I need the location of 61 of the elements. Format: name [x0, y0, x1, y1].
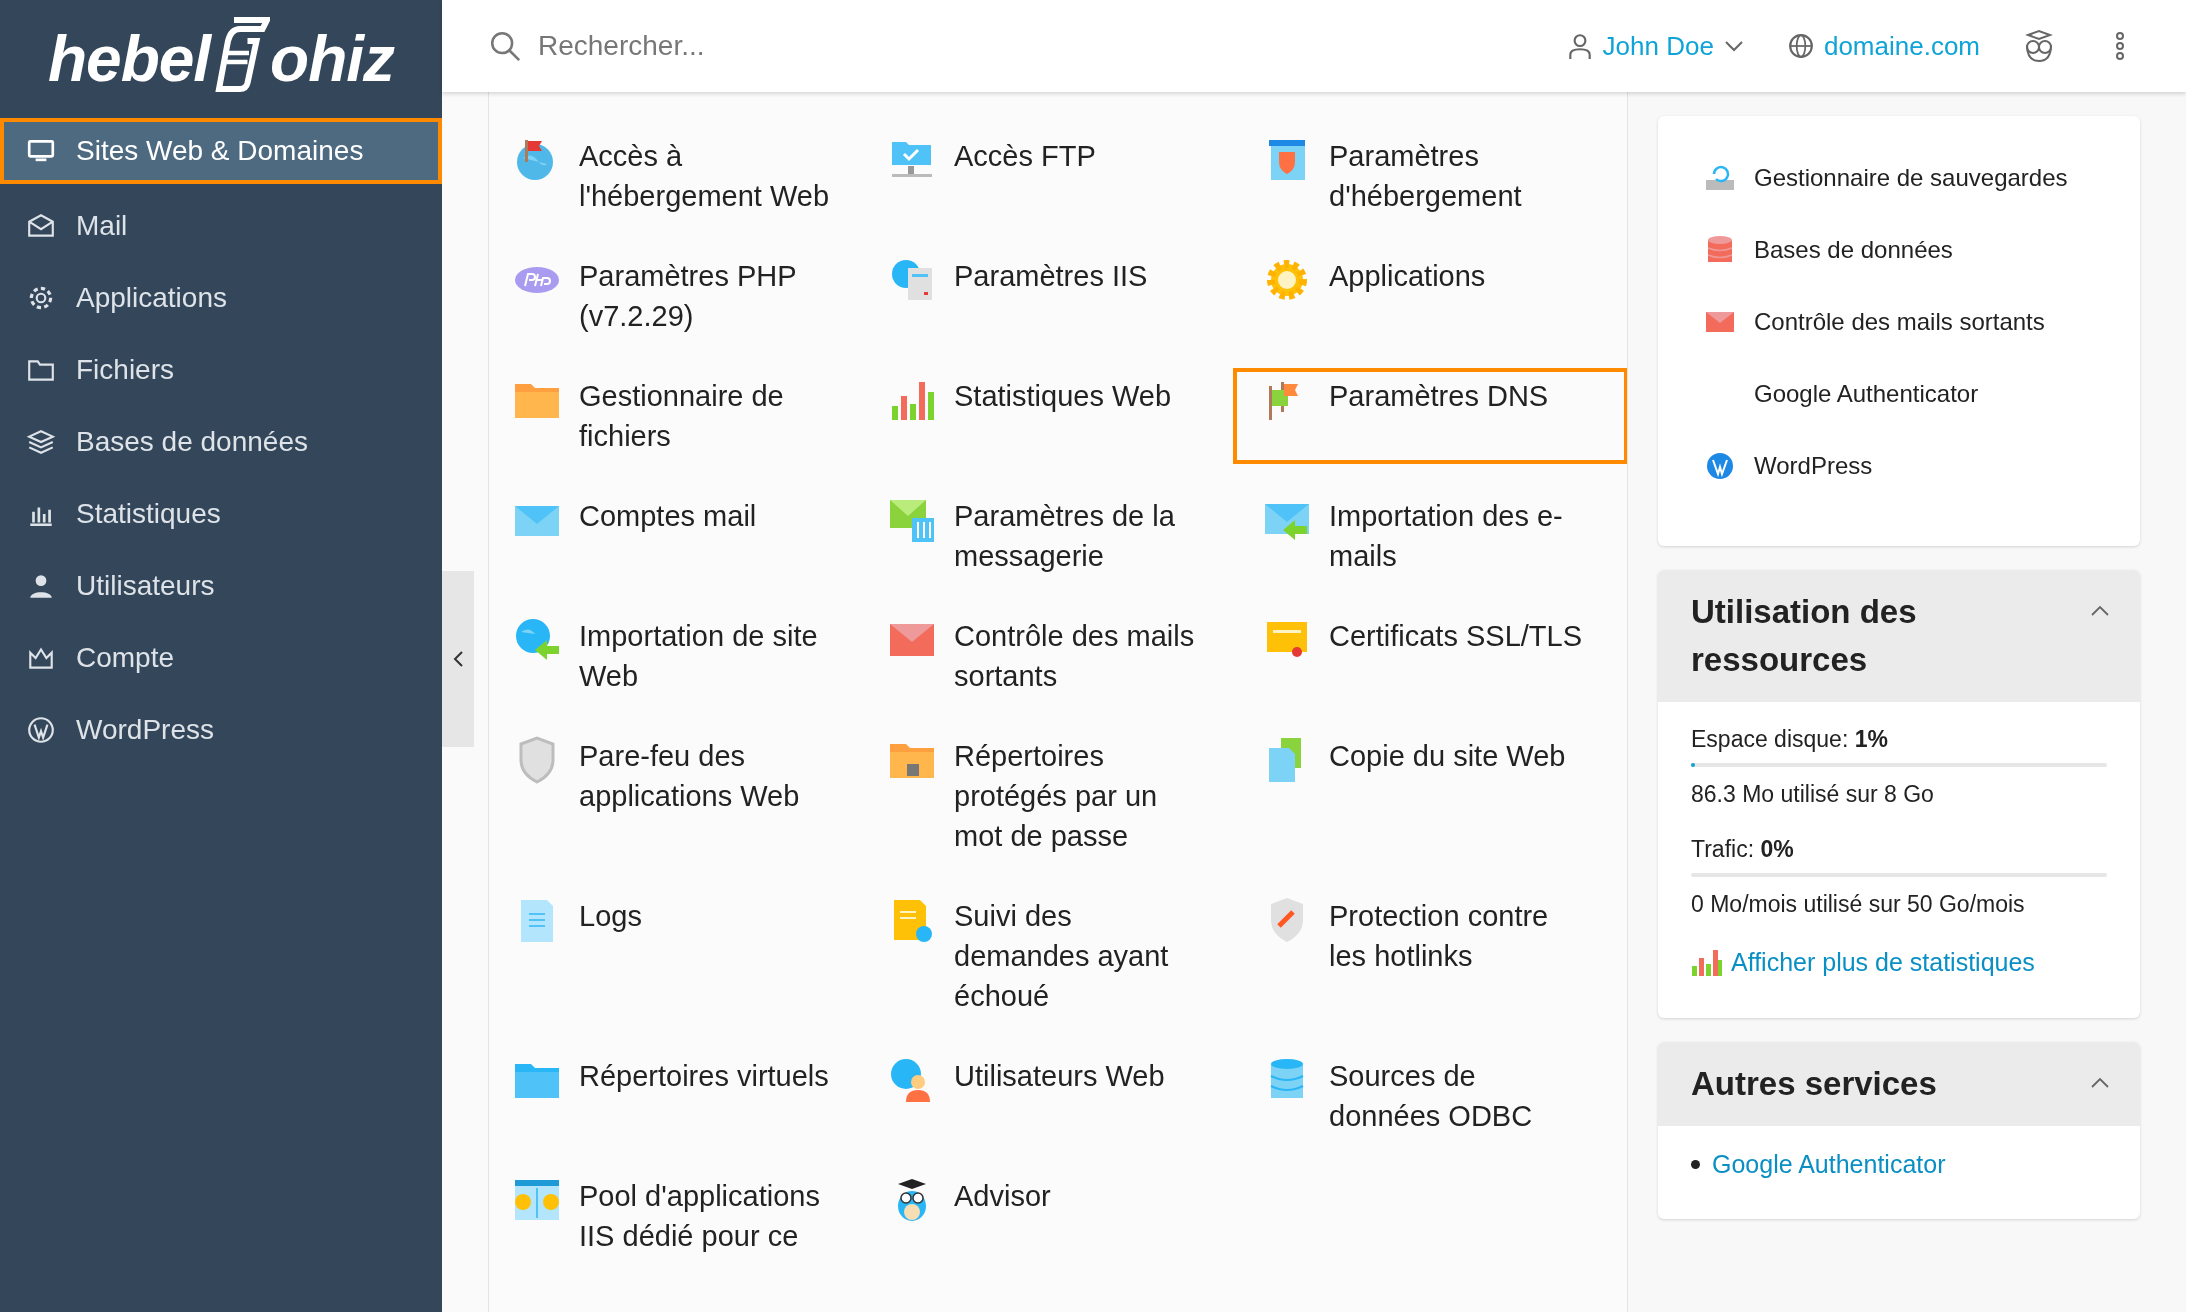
- wordpress-icon: [1704, 450, 1736, 482]
- card-header[interactable]: Utilisation des ressources: [1658, 570, 2140, 702]
- more-menu-icon[interactable]: [2114, 32, 2126, 60]
- tool-tile[interactable]: Comptes mail: [513, 496, 888, 576]
- quick-link[interactable]: Google Authenticator: [1704, 376, 2100, 412]
- tool-tile[interactable]: Suivi des demandes ayant échoué: [888, 896, 1263, 1016]
- tool-tile[interactable]: Contrôle des mails sortants: [888, 616, 1263, 696]
- tool-tile[interactable]: Importation des e-mails: [1263, 496, 1627, 576]
- quick-link[interactable]: WordPress: [1704, 448, 2100, 484]
- tool-tile[interactable]: Paramètres de la messagerie: [888, 496, 1263, 576]
- tool-tile[interactable]: Gestionnaire de fichiers: [513, 376, 888, 456]
- tool-tile[interactable]: Importation de site Web: [513, 616, 888, 696]
- statistics-link[interactable]: Afficher plus de statistiques: [1691, 946, 2107, 978]
- sidebar-item[interactable]: Sites Web & Domaines: [0, 118, 442, 184]
- user-icon: [1566, 32, 1593, 60]
- tool-tile[interactable]: Applications: [1263, 256, 1627, 336]
- tool-tile[interactable]: Paramètres d'hébergement: [1263, 136, 1627, 216]
- meter-detail: 86.3 Mo utilisé sur 8 Go: [1691, 781, 1935, 808]
- tool-tile[interactable]: Copie du site Web: [1263, 736, 1627, 856]
- meter-label: Espace disque: 1%: [1691, 726, 1889, 753]
- sidebar-item[interactable]: Mail: [0, 190, 442, 262]
- tool-tile[interactable]: Paramètres DNS: [1233, 368, 1627, 464]
- logo-text: hebel: [47, 22, 211, 96]
- tool-tile[interactable]: Pool d'applications IIS dédié pour ce: [513, 1176, 888, 1256]
- tool-tile[interactable]: Sources de données ODBC: [1263, 1056, 1627, 1136]
- search-field[interactable]: Rechercher...: [536, 29, 1040, 63]
- collapse-handle[interactable]: [442, 571, 474, 747]
- tool-tile[interactable]: Paramètres PHP (v7.2.29): [513, 256, 888, 336]
- tool-tile[interactable]: Advisor: [888, 1176, 1263, 1256]
- tool-tile[interactable]: Répertoires protégés par un mot de passe: [888, 736, 1263, 856]
- meter-detail: 0 Mo/mois utilisé sur 50 Go/mois: [1691, 891, 2026, 918]
- chevron-down-icon: [1723, 39, 1744, 53]
- sidebar-item[interactable]: Utilisateurs: [0, 550, 442, 622]
- tool-tile[interactable]: Paramètres IIS: [888, 256, 1263, 336]
- quick-link[interactable]: Gestionnaire de sauvegardes: [1704, 160, 2100, 196]
- tool-tile[interactable]: Répertoires virtuels: [513, 1056, 888, 1136]
- tool-tile[interactable]: Pare-feu des applications Web: [513, 736, 888, 856]
- layers-icon: [26, 427, 56, 457]
- logo-text: ohiz: [270, 22, 395, 96]
- quick-link[interactable]: Contrôle des mails sortants: [1704, 304, 2100, 340]
- sidebar-item[interactable]: WordPress: [0, 694, 442, 766]
- sidebar-item[interactable]: Applications: [0, 262, 442, 334]
- sidebar-item[interactable]: Compte: [0, 622, 442, 694]
- tool-tile[interactable]: Protection contre les hotlinks: [1263, 896, 1627, 1016]
- tool-tile[interactable]: Accès à l'hébergement Web: [513, 136, 888, 216]
- tool-tile[interactable]: Utilisateurs Web: [888, 1056, 1263, 1136]
- meter-label: Trafic: 0%: [1691, 836, 1795, 863]
- tool-tile[interactable]: Certificats SSL/TLS: [1263, 616, 1627, 696]
- tool-tile[interactable]: Accès FTP: [888, 136, 1263, 216]
- sidebar-item[interactable]: Bases de données: [0, 406, 442, 478]
- sidebar-item[interactable]: Fichiers: [0, 334, 442, 406]
- search-icon: [488, 29, 522, 63]
- service-link[interactable]: Google Authenticator: [1712, 1150, 1946, 1179]
- quick-link[interactable]: Bases de données: [1704, 232, 2100, 268]
- card-header[interactable]: Autres services: [1658, 1042, 2140, 1126]
- wordpress-icon: [26, 715, 56, 745]
- bullet-icon: [1691, 1160, 1700, 1169]
- globe-icon: [1787, 33, 1814, 59]
- tool-tile[interactable]: Logs: [513, 896, 888, 1016]
- sidebar-item[interactable]: Statistiques: [0, 478, 442, 550]
- owl-icon[interactable]: [2024, 29, 2054, 63]
